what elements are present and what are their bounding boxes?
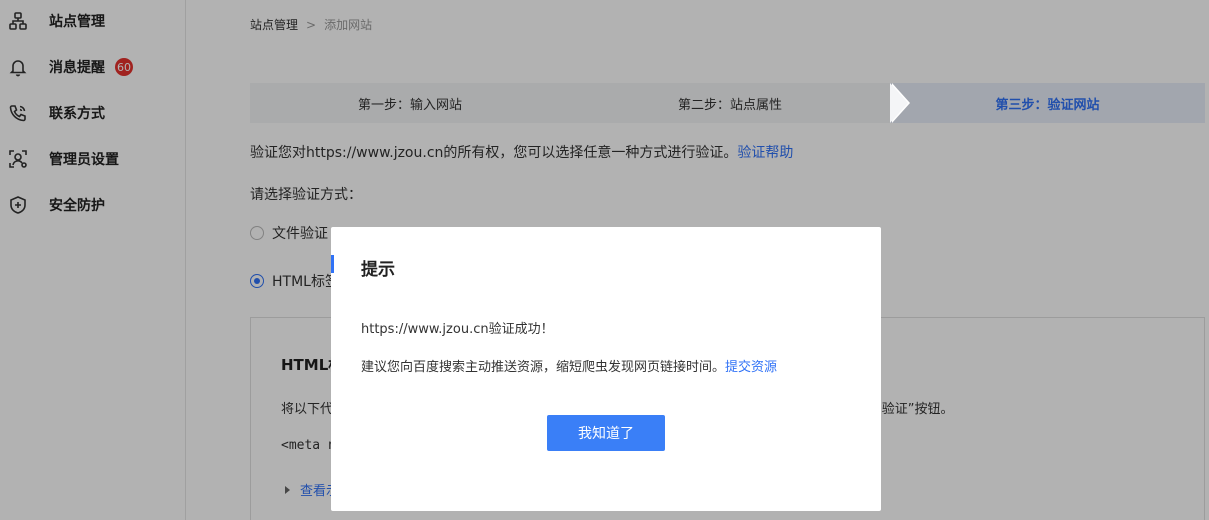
dialog-suggestion: 建议您向百度搜索主动推送资源，缩短爬虫发现网页链接时间。提交资源 [361, 356, 777, 375]
acknowledge-button[interactable]: 我知道了 [547, 415, 665, 451]
dialog-suggestion-text: 建议您向百度搜索主动推送资源，缩短爬虫发现网页链接时间。 [361, 360, 726, 375]
success-dialog: 提示 https://www.jzou.cn验证成功！ 建议您向百度搜索主动推送… [331, 227, 881, 511]
dialog-success-message: https://www.jzou.cn验证成功！ [361, 322, 554, 337]
step-arrow [890, 83, 908, 123]
submit-resource-link[interactable]: 提交资源 [725, 360, 777, 375]
dialog-title: 提示 [361, 260, 395, 280]
title-accent-bar [331, 255, 334, 273]
